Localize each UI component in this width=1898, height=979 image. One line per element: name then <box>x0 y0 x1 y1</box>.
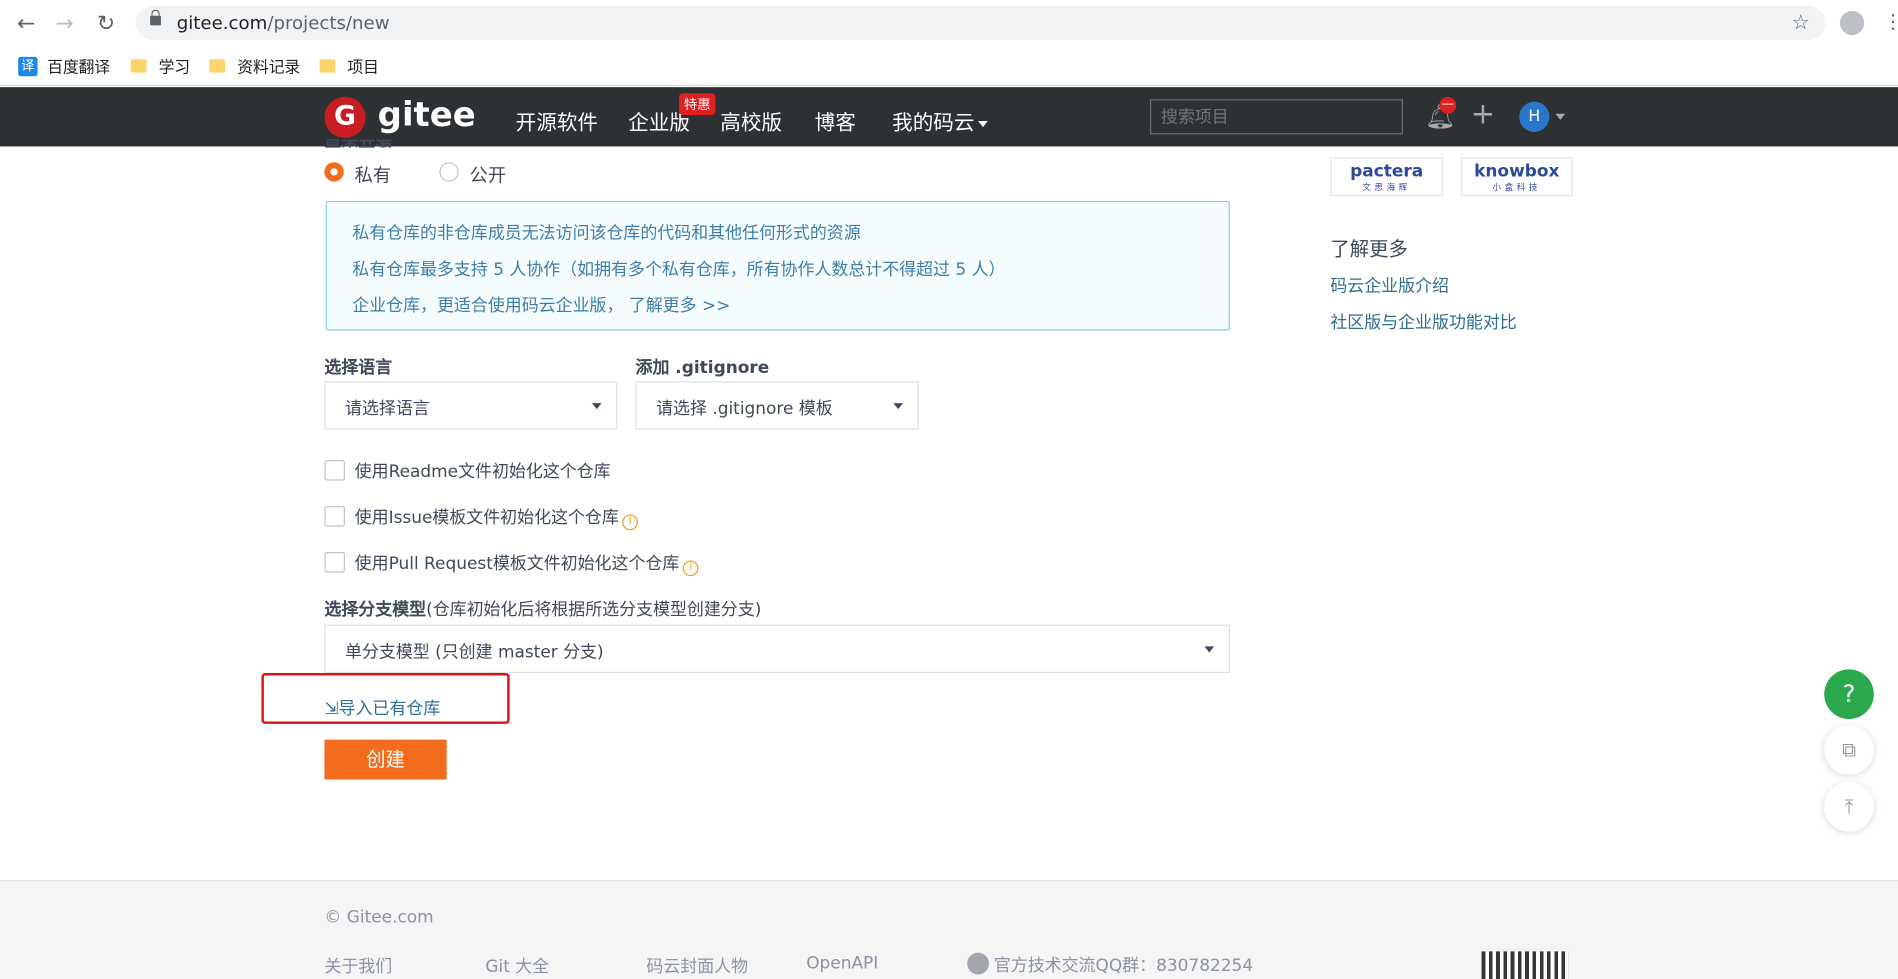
chevron-down-icon <box>1204 646 1215 653</box>
radio-public-label[interactable]: 公开 <box>470 162 506 187</box>
url-path: /projects/new <box>267 12 390 34</box>
chevron-down-icon <box>893 403 904 410</box>
branch-model-label: 选择分支模型 <box>324 600 427 620</box>
import-repo-link[interactable]: ⇲导入已有仓库 <box>324 696 440 720</box>
branch-model-select[interactable]: 单分支模型 (只创建 master 分支) <box>324 624 1230 674</box>
info-line: 私有仓库的非仓库成员无法访问该仓库的代码和其他任何形式的资源 <box>352 223 861 244</box>
gitignore-select[interactable]: 请选择 .gitignore 模板 <box>635 381 919 430</box>
forward-icon[interactable]: → <box>56 11 74 36</box>
url-host: gitee.com <box>176 12 268 34</box>
visibility-label: 是否开源 <box>324 136 392 147</box>
profile-icon[interactable] <box>1839 10 1865 36</box>
footer-git-link[interactable]: Git 大全 <box>485 954 549 978</box>
readme-checkbox-label[interactable]: 使用Readme文件初始化这个仓库 <box>355 459 611 483</box>
footer-about-link[interactable]: 关于我们 <box>324 954 392 978</box>
branch-model-select-value: 单分支模型 (只创建 master 分支) <box>344 642 604 663</box>
gitee-logo-text[interactable]: gitee <box>378 94 476 134</box>
folder-icon <box>209 59 226 73</box>
qr-code <box>1481 951 1569 979</box>
language-select-value: 请选择语言 <box>344 399 430 419</box>
bookmark-study[interactable]: 学习 <box>130 54 191 78</box>
sponsor-name: knowbox <box>1474 162 1560 182</box>
bookmarks-bar: 译百度翻译 学习 资料记录 项目 <box>0 45 1898 86</box>
notification-badge: — <box>1439 96 1457 114</box>
plus-icon[interactable]: + <box>1471 97 1495 131</box>
radio-private-label[interactable]: 私有 <box>355 162 391 187</box>
sponsor-sub: 小盒科技 <box>1492 182 1541 193</box>
url-text[interactable]: gitee.com/projects/new <box>177 12 390 34</box>
share-icon[interactable]: ⧉ <box>1824 725 1874 775</box>
footer-cover-link[interactable]: 码云封面人物 <box>646 954 748 978</box>
bookmark-baidu-translate[interactable]: 译百度翻译 <box>18 54 110 77</box>
site-header: G gitee 开源软件 企业版 特惠 高校版 博客 我的码云 🔔︎ — + H <box>0 87 1898 147</box>
bookmark-projects[interactable]: 项目 <box>319 54 379 78</box>
nav-my-gitee-label: 我的码云 <box>892 111 975 136</box>
bookmark-star-icon[interactable]: ☆ <box>1792 11 1810 35</box>
browser-toolbar: ← → ↻ gitee.com/projects/new ☆ ⋮ <box>0 0 1898 46</box>
learn-more-title: 了解更多 <box>1330 237 1408 261</box>
issue-template-checkbox-label: 使用Issue模板文件初始化这个仓库 <box>354 508 619 528</box>
pr-template-checkbox[interactable] <box>324 551 345 573</box>
import-repo-label: 导入已有仓库 <box>338 699 441 720</box>
nav-my-gitee[interactable]: 我的码云 <box>892 105 988 136</box>
back-icon[interactable]: ← <box>17 11 35 36</box>
issue-template-label-wrap[interactable]: 使用Issue模板文件初始化这个仓库 i <box>354 505 639 531</box>
compare-editions-link[interactable]: 社区版与企业版功能对比 <box>1330 310 1516 334</box>
gitignore-select-value: 请选择 .gitignore 模板 <box>656 399 833 419</box>
nav-university[interactable]: 高校版 <box>720 105 782 135</box>
info-icon[interactable]: i <box>682 560 699 577</box>
radio-public[interactable] <box>439 162 459 182</box>
folder-icon <box>130 59 147 73</box>
promo-badge: 特惠 <box>679 93 716 115</box>
language-label: 选择语言 <box>324 358 393 378</box>
menu-dots-icon[interactable]: ⋮ <box>1884 10 1898 33</box>
reload-icon[interactable]: ↻ <box>97 11 115 36</box>
pr-template-checkbox-label: 使用Pull Request模板文件初始化这个仓库 <box>354 554 680 574</box>
bookmark-label: 百度翻译 <box>47 59 111 78</box>
nav-open-source[interactable]: 开源软件 <box>516 105 598 135</box>
footer-qq-group[interactable]: 官方技术交流QQ群：830782254 <box>967 952 1254 977</box>
branch-model-hint: (仓库初始化后将根据所选分支模型创建分支) <box>426 600 762 620</box>
import-icon: ⇲ <box>324 699 339 720</box>
gitignore-label: 添加 .gitignore <box>635 358 770 378</box>
enterprise-intro-link[interactable]: 码云企业版介绍 <box>1330 274 1449 298</box>
search-input[interactable] <box>1149 99 1403 135</box>
qq-group-text: 官方技术交流QQ群：830782254 <box>993 956 1254 976</box>
footer-openapi-link[interactable]: OpenAPI <box>806 954 878 973</box>
chevron-down-icon <box>978 120 988 127</box>
chevron-down-icon[interactable] <box>1555 113 1566 120</box>
bookmark-label: 资料记录 <box>237 59 301 78</box>
back-to-top-icon[interactable]: ⤒ <box>1824 781 1874 832</box>
issue-template-checkbox[interactable] <box>324 505 345 527</box>
sponsor-pactera[interactable]: pactera 文思海辉 <box>1330 157 1443 197</box>
qq-icon <box>967 952 989 975</box>
sponsor-sub: 文思海辉 <box>1362 182 1411 193</box>
nav-blog[interactable]: 博客 <box>815 105 856 135</box>
sponsor-name: pactera <box>1350 162 1424 182</box>
translate-icon: 译 <box>18 56 38 76</box>
help-button[interactable]: ? <box>1824 669 1874 720</box>
language-select[interactable]: 请选择语言 <box>324 381 618 430</box>
branch-model-label-wrap: 选择分支模型(仓库初始化后将根据所选分支模型创建分支) <box>324 597 761 621</box>
radio-private[interactable] <box>324 162 344 182</box>
create-button[interactable]: 创建 <box>324 739 447 780</box>
avatar[interactable]: H <box>1519 101 1550 132</box>
footer <box>0 880 1898 979</box>
private-info-box: 私有仓库的非仓库成员无法访问该仓库的代码和其他任何形式的资源 私有仓库最多支持 … <box>325 200 1230 331</box>
copyright: © Gitee.com <box>324 907 434 928</box>
info-line: 私有仓库最多支持 5 人协作（如拥有多个私有仓库，所有协作人数总计不得超过 5 … <box>352 260 1006 280</box>
info-icon[interactable]: i <box>622 514 639 531</box>
pr-template-label-wrap[interactable]: 使用Pull Request模板文件初始化这个仓库 i <box>354 551 699 577</box>
sponsor-knowbox[interactable]: knowbox 小盒科技 <box>1461 157 1573 197</box>
folder-icon <box>319 59 336 73</box>
info-enterprise-link[interactable]: 企业仓库，更适合使用码云企业版， 了解更多 >> <box>352 293 730 317</box>
lock-icon <box>150 9 161 26</box>
chevron-down-icon <box>591 403 602 410</box>
bookmark-records[interactable]: 资料记录 <box>209 54 300 77</box>
bookmark-label: 学习 <box>158 59 191 78</box>
gitee-logo-icon[interactable]: G <box>324 96 366 138</box>
bookmark-label: 项目 <box>347 59 379 78</box>
readme-checkbox[interactable] <box>324 459 345 481</box>
